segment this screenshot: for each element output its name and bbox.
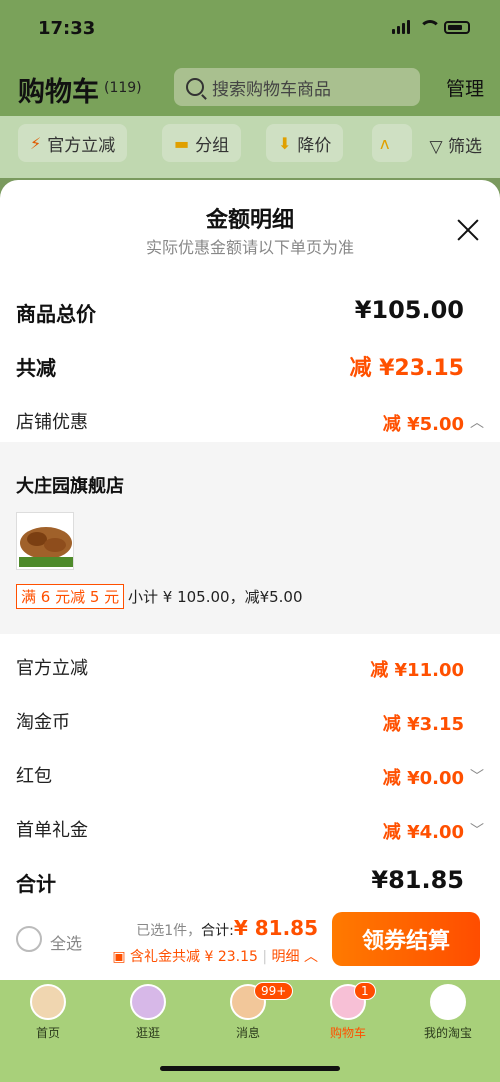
- home-indicator: [160, 1066, 340, 1071]
- product-image: [17, 513, 73, 569]
- tab-cart[interactable]: 1 购物车: [308, 982, 388, 1041]
- kangaroo-icon: ᴧ: [380, 133, 390, 153]
- checkout-bar: 全选 已选1件，合计:¥ 81.85 ▣ 含礼金共减 ¥ 23.15 | 明细 …: [0, 908, 500, 980]
- row-value: 减 ¥5.00: [382, 414, 464, 435]
- chevron-up-icon: ︿: [470, 415, 484, 431]
- shop-name: 大庄园旗舰店: [16, 476, 124, 497]
- filter-button[interactable]: ▽ 筛选: [430, 132, 482, 157]
- row-label: 商品总价: [16, 302, 96, 326]
- cart-count: (119): [104, 80, 142, 96]
- row-value: 减 ¥4.00: [382, 822, 464, 843]
- chevron-up-icon: ︿: [299, 949, 318, 965]
- battery-icon: [444, 20, 470, 34]
- row-label: 红包: [16, 766, 52, 787]
- selected-count: 已选1件，: [136, 923, 202, 939]
- tab-label: 逛逛: [135, 1026, 160, 1040]
- status-bar: 17:33: [0, 0, 500, 58]
- profile-avatar-icon: [430, 984, 466, 1020]
- filter-chip-label: 降价: [297, 135, 332, 156]
- lightning-icon: ⚡: [30, 133, 42, 153]
- ticket-icon: ▣: [112, 949, 131, 965]
- gift-text: 含礼金共减 ¥ 23.15: [130, 949, 258, 965]
- cart-header: 购物车 (119) 搜索购物车商品 管理: [0, 58, 500, 116]
- promo-tag: 满 6 元减 5 元: [16, 584, 125, 609]
- tab-home[interactable]: 首页: [8, 984, 88, 1041]
- row-label: 官方立减: [16, 658, 88, 679]
- search-icon: [186, 78, 204, 96]
- total-label: 合计:: [201, 923, 234, 939]
- status-time: 17:33: [38, 18, 96, 39]
- funnel-icon: ▽: [429, 137, 443, 157]
- filter-chip-more[interactable]: ᴧ: [372, 124, 412, 162]
- row-value: 减 ¥3.15: [382, 714, 464, 735]
- row-label: 淘金币: [16, 712, 70, 733]
- signal-icon: [392, 20, 410, 34]
- tab-browse[interactable]: 逛逛: [108, 984, 188, 1041]
- detail-link[interactable]: 明细: [272, 949, 300, 965]
- row-value: 减 ¥11.00: [370, 660, 464, 681]
- row-label: 合计: [16, 872, 56, 896]
- sheet-subtitle: 实际优惠金额请以下单页为准: [145, 238, 354, 257]
- tab-my-taobao[interactable]: 我的淘宝: [408, 984, 488, 1041]
- close-icon[interactable]: [454, 216, 482, 244]
- row-label: 店铺优惠: [16, 412, 88, 433]
- home-avatar-icon: [30, 984, 66, 1020]
- search-input[interactable]: 搜索购物车商品: [174, 68, 420, 106]
- folder-icon: ▬: [174, 133, 190, 153]
- total-amount: ¥ 81.85: [233, 916, 318, 940]
- messages-avatar-icon: 99+: [230, 982, 294, 1020]
- messages-badge: 99+: [254, 982, 294, 1000]
- sheet-title: 金额明细: [205, 208, 294, 233]
- tab-label: 购物车: [329, 1026, 366, 1040]
- filter-chip-group[interactable]: ▬ 分组: [162, 124, 242, 162]
- row-value: ¥105.00: [354, 296, 464, 324]
- cart-avatar-icon: 1: [330, 982, 376, 1020]
- chevron-down-icon: ﹀: [470, 769, 484, 785]
- page-title: 购物车: [18, 77, 99, 108]
- gift-summary[interactable]: ▣ 含礼金共减 ¥ 23.15 | 明细 ︿: [112, 946, 318, 966]
- row-value: 减 ¥23.15: [349, 356, 464, 381]
- row-label: 共减: [16, 356, 56, 380]
- tab-messages[interactable]: 99+ 消息: [208, 982, 294, 1041]
- filter-chip-official[interactable]: ⚡ 官方立减: [18, 124, 128, 162]
- filter-chip-pricedrop[interactable]: ⬇ 降价: [266, 124, 344, 162]
- row-value: ¥81.85: [371, 866, 464, 894]
- down-arrow-icon: ⬇: [278, 133, 292, 153]
- select-all-radio[interactable]: [16, 926, 42, 952]
- filter-chip-label: 分组: [195, 135, 230, 156]
- tab-label: 消息: [235, 1026, 260, 1040]
- chevron-down-icon: ﹀: [470, 823, 484, 839]
- product-thumbnail[interactable]: [16, 512, 74, 570]
- tab-label: 我的淘宝: [423, 1026, 472, 1040]
- system-icons: [392, 20, 470, 34]
- row-value: 减 ¥0.00: [382, 768, 464, 789]
- selected-summary: 已选1件，合计:¥ 81.85: [136, 916, 318, 940]
- filter-bar: ⚡ 官方立减 ▬ 分组 ⬇ 降价 ᴧ ▽ 筛选: [0, 116, 500, 178]
- tab-label: 首页: [35, 1026, 60, 1040]
- amount-detail-sheet: 金额明细 实际优惠金额请以下单页为准 商品总价 ¥105.00 共减 减 ¥23…: [0, 180, 500, 980]
- cart-badge: 1: [354, 982, 376, 1000]
- shop-subtotal: 小计 ¥ 105.00，减¥5.00: [128, 588, 303, 606]
- wifi-icon: [418, 20, 441, 34]
- filter-chip-label: 官方立减: [47, 135, 116, 156]
- filter-label: 筛选: [448, 137, 482, 157]
- search-placeholder: 搜索购物车商品: [212, 79, 331, 100]
- manage-button[interactable]: 管理: [446, 74, 484, 101]
- select-all-label[interactable]: 全选: [50, 930, 82, 954]
- checkout-button[interactable]: 领券结算: [332, 912, 480, 966]
- shop-section: 大庄园旗舰店 满 6 元减 5 元 小计 ¥ 105.00，减¥5.00: [0, 442, 500, 634]
- browse-avatar-icon: [130, 984, 166, 1020]
- row-label: 首单礼金: [16, 820, 88, 841]
